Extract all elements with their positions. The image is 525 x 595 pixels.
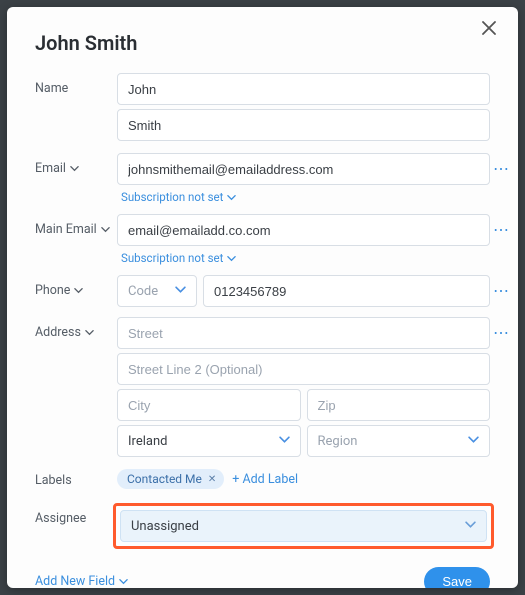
close-icon[interactable] [482, 21, 502, 41]
contact-edit-modal: John Smith Name Email Subscription not s… [7, 7, 518, 588]
email-more-icon[interactable]: ⋯ [493, 161, 510, 177]
chevron-down-icon [175, 284, 186, 299]
assignee-select[interactable]: Unassigned [120, 510, 487, 542]
chip-remove-icon[interactable]: ✕ [208, 474, 216, 485]
label-assignee: Assignee [35, 503, 117, 526]
main-email-input[interactable] [117, 214, 490, 246]
email-subscription-link[interactable]: Subscription not set [117, 190, 490, 204]
label-labels: Labels [35, 465, 117, 488]
street2-input[interactable] [117, 353, 490, 385]
label-main-email[interactable]: Main Email [35, 214, 117, 237]
phone-more-icon[interactable]: ⋯ [493, 283, 510, 299]
address-more-icon[interactable]: ⋯ [493, 325, 510, 341]
add-label-link[interactable]: + Add Label [232, 472, 298, 487]
label-chip[interactable]: Contacted Me ✕ [117, 469, 224, 489]
phone-code-select[interactable]: Code [117, 275, 197, 307]
country-select[interactable]: Ireland [117, 425, 301, 457]
chevron-down-icon [74, 286, 83, 295]
chevron-down-icon [279, 434, 290, 449]
modal-title: John Smith [35, 31, 490, 55]
main-email-subscription-link[interactable]: Subscription not set [117, 251, 490, 265]
chevron-down-icon [85, 328, 94, 337]
label-phone[interactable]: Phone [35, 275, 117, 298]
chevron-down-icon [70, 164, 79, 173]
add-new-field-link[interactable]: Add New Field [35, 574, 128, 588]
chevron-down-icon [468, 434, 479, 449]
phone-number-input[interactable] [203, 275, 490, 307]
street-input[interactable] [117, 317, 490, 349]
region-select[interactable]: Region [307, 425, 491, 457]
first-name-input[interactable] [117, 73, 490, 105]
city-input[interactable] [117, 389, 301, 421]
main-email-more-icon[interactable]: ⋯ [493, 222, 510, 238]
assignee-highlight: Unassigned [113, 503, 494, 549]
zip-input[interactable] [307, 389, 491, 421]
save-button[interactable]: Save [424, 567, 490, 588]
last-name-input[interactable] [117, 109, 490, 141]
label-email[interactable]: Email [35, 153, 117, 176]
chevron-down-icon [101, 225, 110, 234]
email-input[interactable] [117, 153, 490, 185]
label-name: Name [35, 73, 117, 96]
label-address[interactable]: Address [35, 317, 117, 340]
chevron-down-icon [465, 519, 476, 534]
